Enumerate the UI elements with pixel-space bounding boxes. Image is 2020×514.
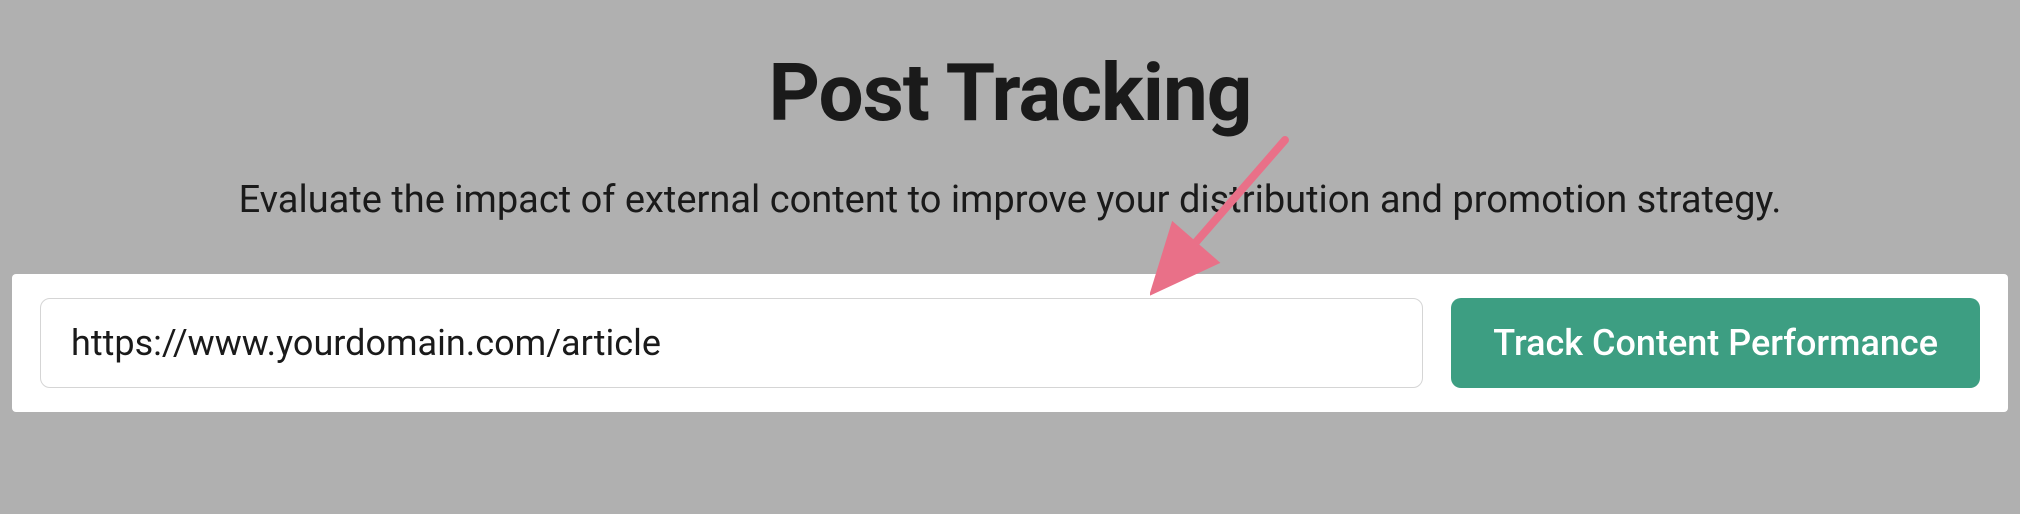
main-container: Post Tracking Evaluate the impact of ext… [0, 0, 2020, 514]
track-button[interactable]: Track Content Performance [1451, 298, 1980, 388]
url-input[interactable] [40, 298, 1423, 388]
page-subtitle: Evaluate the impact of external content … [239, 178, 1782, 222]
page-title: Post Tracking [768, 46, 1251, 140]
input-bar: Track Content Performance [12, 274, 2008, 412]
